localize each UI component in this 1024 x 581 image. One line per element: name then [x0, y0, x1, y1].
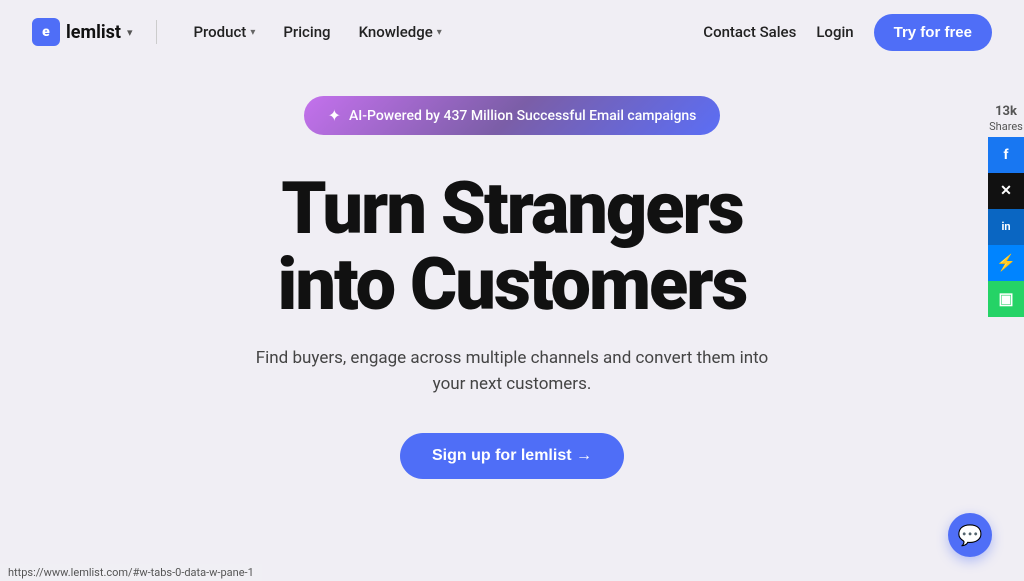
logo[interactable]: e lemlist ▾ [32, 18, 132, 46]
knowledge-chevron-icon: ▾ [437, 27, 442, 38]
logo-letter: e [42, 24, 50, 40]
nav-link-knowledge[interactable]: Knowledge ▾ [347, 17, 454, 47]
nav-login[interactable]: Login [816, 23, 853, 41]
try-for-free-button[interactable]: Try for free [874, 14, 992, 51]
ai-badge[interactable]: ✦ AI-Powered by 437 Million Successful E… [304, 96, 721, 135]
hero-heading: Turn Strangers into Customers [278, 171, 747, 322]
nav-link-product[interactable]: Product ▾ [181, 17, 267, 47]
logo-icon: e [32, 18, 60, 46]
nav-link-knowledge-label: Knowledge [359, 23, 433, 41]
facebook-share-button[interactable]: f [988, 137, 1024, 173]
linkedin-share-button[interactable]: in [988, 209, 1024, 245]
nav-right: Contact Sales Login Try for free [703, 14, 992, 51]
nav-link-pricing[interactable]: Pricing [271, 17, 342, 47]
nav-links: Product ▾ Pricing Knowledge ▾ [181, 17, 453, 47]
nav-link-pricing-label: Pricing [283, 23, 330, 41]
product-chevron-icon: ▾ [250, 27, 255, 38]
nav-link-product-label: Product [193, 23, 246, 41]
nav-divider [156, 20, 157, 44]
messenger-share-button[interactable]: ⚡ [988, 245, 1024, 281]
logo-text: lemlist [66, 22, 121, 43]
whatsapp-share-button[interactable]: ▣ [988, 281, 1024, 317]
share-number: 13k [989, 104, 1023, 120]
social-share-sidebar: 13k Shares f ✕ in ⚡ ▣ [988, 104, 1024, 317]
navbar: e lemlist ▾ Product ▾ Pricing Knowledge … [0, 0, 1024, 64]
ai-badge-text: AI-Powered by 437 Million Successful Ema… [349, 108, 696, 124]
hero-heading-line1: Turn Strangers [281, 166, 742, 251]
logo-chevron-icon: ▾ [127, 26, 133, 39]
hero-heading-line2: into Customers [278, 242, 747, 327]
star-icon: ✦ [328, 106, 341, 125]
chat-bubble-button[interactable]: 💬 [948, 513, 992, 557]
twitter-share-button[interactable]: ✕ [988, 173, 1024, 209]
share-label: Shares [989, 120, 1023, 133]
chat-icon: 💬 [958, 523, 983, 547]
nav-contact-sales[interactable]: Contact Sales [703, 23, 796, 41]
main-content: ✦ AI-Powered by 437 Million Successful E… [0, 64, 1024, 479]
status-bar-url: https://www.lemlist.com/#w-tabs-0-data-w… [0, 564, 262, 581]
nav-left: e lemlist ▾ Product ▾ Pricing Knowledge … [32, 17, 454, 47]
hero-subtitle: Find buyers, engage across multiple chan… [252, 346, 772, 397]
share-count: 13k Shares [989, 104, 1023, 133]
signup-button[interactable]: Sign up for lemlist → [400, 433, 624, 479]
